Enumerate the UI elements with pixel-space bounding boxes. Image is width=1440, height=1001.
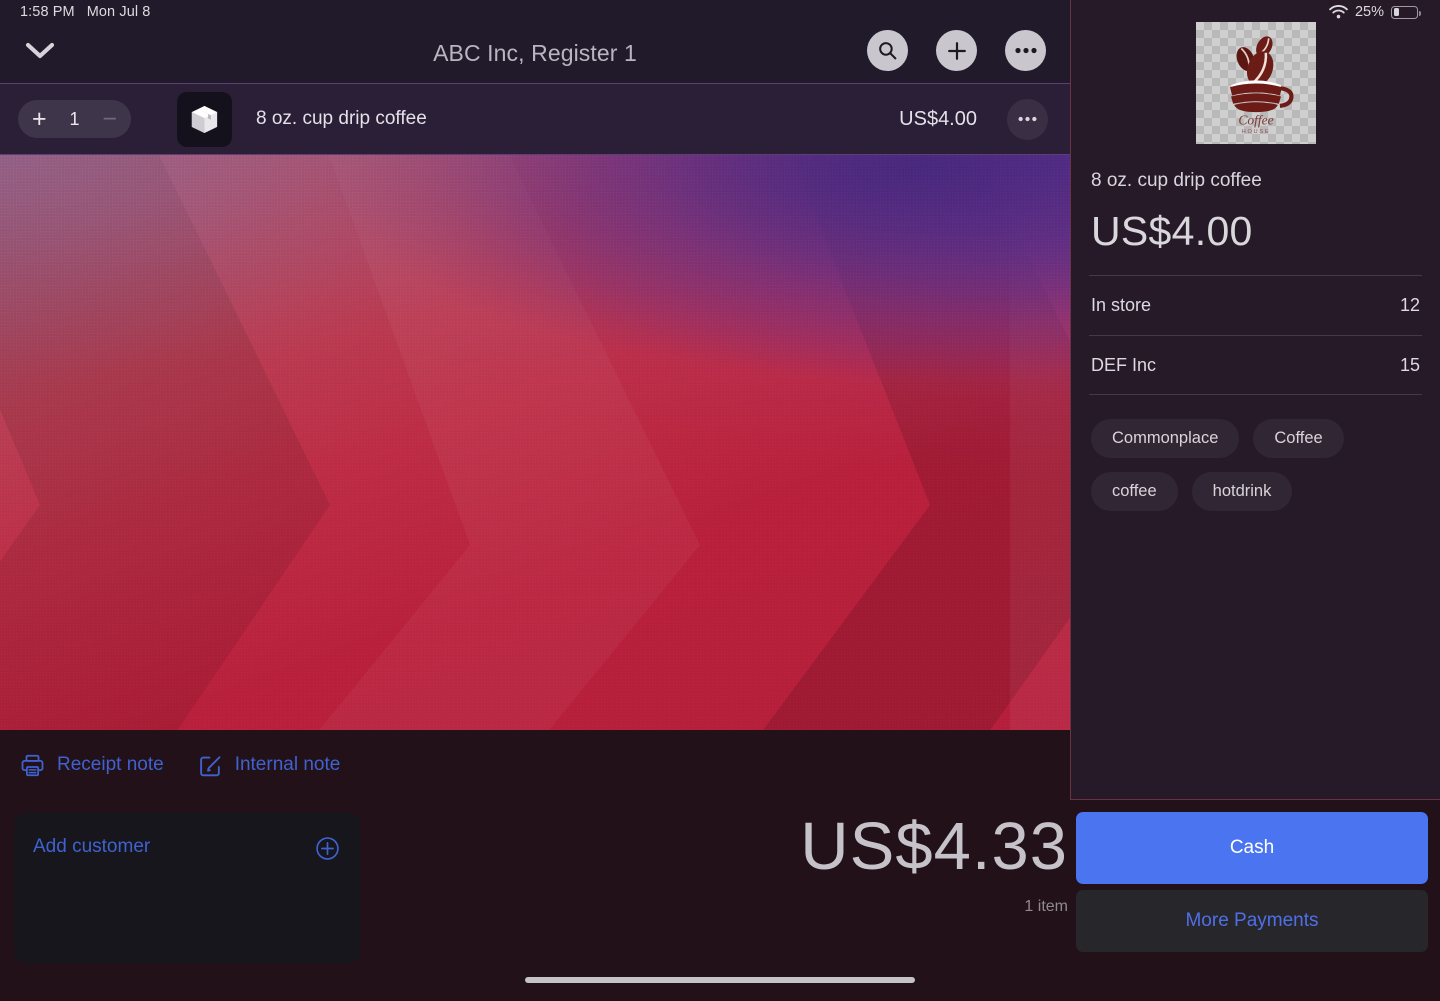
- product-tag[interactable]: hotdrink: [1191, 472, 1293, 511]
- cash-button[interactable]: Cash: [1076, 812, 1428, 884]
- line-item-price: US$4.00: [899, 107, 977, 130]
- checkout-bar: Add customer US$4.33 1 item Cash More Pa…: [0, 800, 1440, 1001]
- line-item-name: 8 oz. cup drip coffee: [256, 108, 427, 129]
- header-actions: [867, 30, 1046, 71]
- add-item-button[interactable]: [936, 30, 977, 71]
- line-item-more-button[interactable]: [1007, 98, 1048, 140]
- product-image: Coffee HOUSE: [1195, 22, 1316, 144]
- coffee-house-logo-icon: Coffee HOUSE: [1229, 36, 1294, 135]
- payment-buttons: Cash More Payments: [1076, 812, 1428, 952]
- add-customer-card[interactable]: Add customer: [14, 813, 360, 963]
- product-tags: Commonplace Coffee coffee hotdrink: [1089, 419, 1422, 511]
- line-item-thumbnail: [177, 91, 232, 147]
- inventory-row: DEF Inc 15: [1089, 335, 1422, 395]
- cart-line-item-row[interactable]: + 1 − 8 oz. cup drip coffee US$4.00: [0, 84, 1070, 155]
- search-icon: [879, 42, 897, 60]
- wallpaper-background: [0, 155, 1070, 730]
- add-customer-label: Add customer: [33, 836, 151, 857]
- order-total-amount: US$4.33: [800, 809, 1068, 884]
- product-price: US$4.00: [1091, 208, 1253, 254]
- ellipsis-icon: [1014, 47, 1037, 54]
- product-detail-panel: Coffee HOUSE 8 oz. cup drip coffee US$4.…: [1070, 0, 1440, 800]
- plus-icon: [947, 41, 966, 60]
- receipt-note-button[interactable]: Receipt note: [20, 753, 164, 778]
- notes-bar: Receipt note Internal note: [0, 730, 1070, 800]
- quantity-value: 1: [69, 108, 80, 129]
- more-payments-button[interactable]: More Payments: [1076, 890, 1428, 952]
- svg-text:HOUSE: HOUSE: [1241, 129, 1270, 135]
- order-total-group: US$4.33 1 item: [648, 810, 1068, 916]
- order-item-count: 1 item: [1024, 897, 1068, 915]
- app-header: ABC Inc, Register 1: [0, 0, 1070, 84]
- product-tag[interactable]: Commonplace: [1091, 419, 1240, 458]
- pos-app-screen: ABC Inc, Register 1 + 1 − 8 oz. cup drip…: [0, 0, 1440, 1001]
- home-indicator[interactable]: [525, 977, 915, 983]
- search-button[interactable]: [867, 30, 908, 71]
- circle-plus-icon[interactable]: [315, 836, 340, 861]
- ellipsis-icon: [1018, 116, 1037, 122]
- product-name: 8 oz. cup drip coffee: [1091, 170, 1262, 191]
- inventory-list: In store 12 DEF Inc 15: [1089, 275, 1422, 395]
- inventory-label: In store: [1091, 295, 1152, 315]
- quantity-decrease-button[interactable]: −: [102, 106, 117, 132]
- add-customer-card-top: Add customer: [33, 836, 340, 861]
- line-item-right-group: US$4.00: [899, 98, 1070, 140]
- product-tag[interactable]: coffee: [1091, 472, 1178, 511]
- printer-icon: [21, 754, 44, 776]
- svg-text:Coffee: Coffee: [1238, 113, 1273, 128]
- package-box-icon: [191, 105, 218, 133]
- inventory-count: 15: [1399, 354, 1420, 375]
- inventory-row: In store 12: [1089, 275, 1422, 335]
- header-more-options-button[interactable]: [1005, 30, 1046, 71]
- quantity-stepper[interactable]: + 1 −: [18, 100, 131, 138]
- product-tag[interactable]: Coffee: [1253, 419, 1344, 458]
- inventory-count: 12: [1399, 295, 1420, 315]
- edit-square-icon: [199, 755, 221, 776]
- receipt-note-label: Receipt note: [57, 754, 164, 775]
- quantity-increase-button[interactable]: +: [32, 106, 47, 132]
- internal-note-label: Internal note: [234, 754, 341, 775]
- internal-note-button[interactable]: Internal note: [198, 753, 341, 778]
- inventory-label: DEF Inc: [1091, 354, 1157, 375]
- wallpaper-noise-texture: [0, 155, 1070, 730]
